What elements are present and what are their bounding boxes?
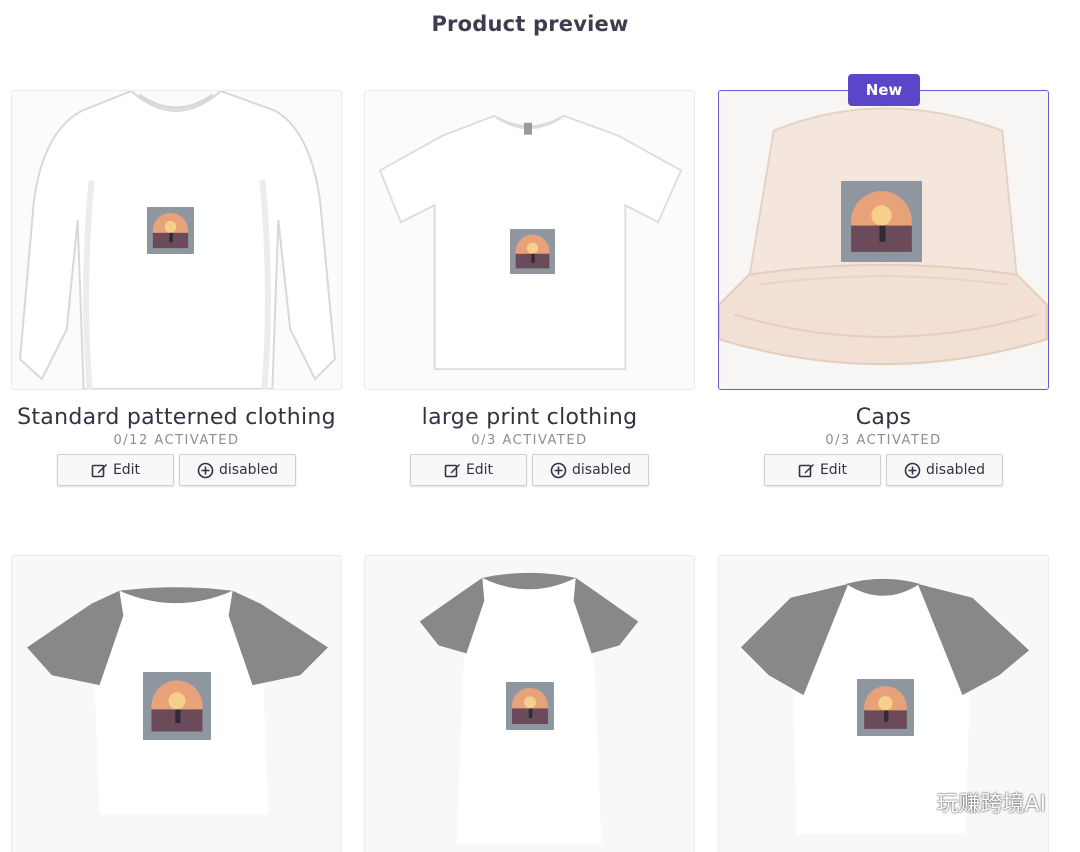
- artwork-thumbnail: [510, 229, 555, 274]
- disabled-toggle-button[interactable]: disabled: [179, 454, 296, 486]
- new-badge: New: [848, 74, 920, 106]
- product-card: [11, 555, 342, 852]
- product-image[interactable]: [364, 90, 695, 390]
- artwork-thumbnail: [841, 181, 922, 262]
- product-card: Standard patterned clothing 0/12 ACTIVAT…: [11, 90, 342, 486]
- product-image[interactable]: [718, 90, 1049, 390]
- edit-button-label: Edit: [465, 462, 494, 478]
- product-card: New Caps 0/3 ACTIVATED Edit disabled: [718, 74, 1049, 486]
- product-image[interactable]: [11, 555, 342, 852]
- watermark: 玩赚跨境AI: [890, 786, 1046, 818]
- product-image[interactable]: [11, 90, 342, 390]
- wechat-icon: [891, 788, 929, 816]
- artwork-thumbnail: [143, 672, 211, 740]
- disabled-toggle-button[interactable]: disabled: [886, 454, 1003, 486]
- disabled-toggle-button[interactable]: disabled: [532, 454, 649, 486]
- product-card: [364, 555, 695, 852]
- edit-button-label: Edit: [819, 462, 848, 478]
- activation-status: 0/3 ACTIVATED: [471, 433, 588, 448]
- artwork-thumbnail: [147, 207, 194, 254]
- disabled-toggle-label: disabled: [926, 462, 985, 478]
- plus-circle-icon: [904, 462, 921, 478]
- artwork-thumbnail: [506, 682, 554, 730]
- plus-circle-icon: [197, 462, 214, 478]
- edit-icon: [798, 463, 814, 477]
- edit-button[interactable]: Edit: [764, 454, 881, 486]
- watermark-text: 玩赚跨境AI: [936, 792, 1046, 817]
- product-image[interactable]: [364, 555, 695, 852]
- edit-icon: [91, 463, 107, 477]
- page-title: Product preview: [431, 12, 629, 36]
- activation-status: 0/12 ACTIVATED: [113, 433, 240, 448]
- plus-circle-icon: [550, 462, 567, 478]
- artwork-thumbnail: [857, 679, 914, 736]
- disabled-toggle-label: disabled: [572, 462, 631, 478]
- edit-button-label: Edit: [112, 462, 141, 478]
- disabled-toggle-label: disabled: [219, 462, 278, 478]
- edit-button[interactable]: Edit: [410, 454, 527, 486]
- product-title: large print clothing: [421, 405, 638, 430]
- edit-button[interactable]: Edit: [57, 454, 174, 486]
- activation-status: 0/3 ACTIVATED: [825, 433, 942, 448]
- product-title: Standard patterned clothing: [17, 405, 336, 430]
- product-title: Caps: [855, 405, 912, 430]
- product-card: large print clothing 0/3 ACTIVATED Edit …: [364, 90, 695, 486]
- edit-icon: [444, 463, 460, 477]
